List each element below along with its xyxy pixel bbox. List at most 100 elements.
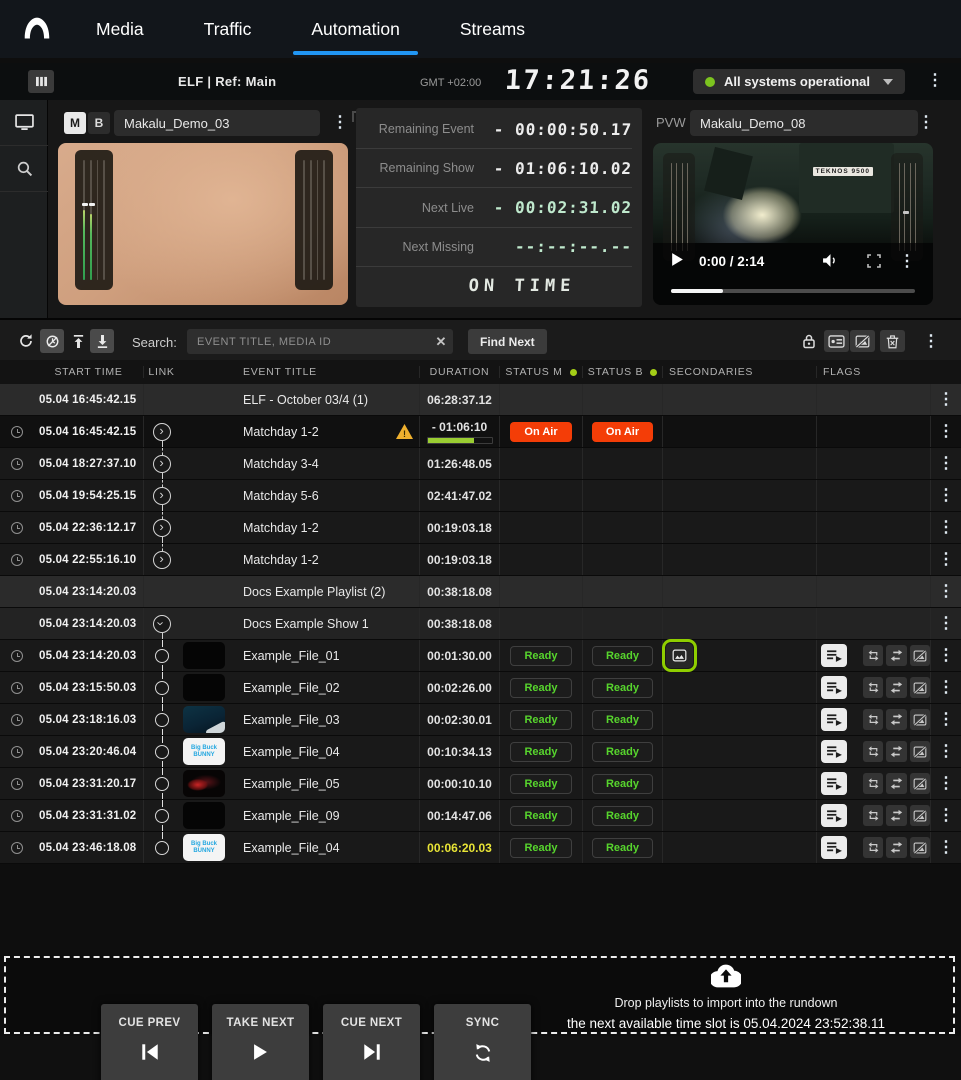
delete-icon[interactable] bbox=[880, 330, 905, 352]
row-menu[interactable]: ⋮ bbox=[938, 808, 954, 824]
table-row[interactable]: 05.04 23:31:31.02Example_File_0900:14:47… bbox=[0, 800, 961, 832]
status-badge[interactable]: On Air bbox=[510, 422, 571, 442]
status-badge[interactable]: Ready bbox=[510, 646, 571, 666]
table-row[interactable]: 05.04 19:54:25.15›Matchday 5-602:41:47.0… bbox=[0, 480, 961, 512]
status-badge[interactable]: Ready bbox=[510, 806, 571, 826]
tab-automation[interactable]: Automation bbox=[307, 0, 404, 58]
table-row[interactable]: 05.04 23:14:20.03Docs Example Playlist (… bbox=[0, 576, 961, 608]
rundown-menu[interactable]: ⋮ bbox=[923, 334, 939, 350]
status-badge[interactable]: Ready bbox=[510, 838, 571, 858]
tab-media[interactable]: Media bbox=[92, 0, 148, 58]
expand-toggle-icon[interactable]: › bbox=[153, 455, 171, 473]
row-menu[interactable]: ⋮ bbox=[938, 840, 954, 856]
repeat-icon[interactable] bbox=[863, 709, 883, 730]
playlist-play-icon[interactable] bbox=[821, 708, 847, 731]
pgm-video-preview[interactable] bbox=[58, 143, 348, 305]
playlist-play-icon[interactable] bbox=[821, 772, 847, 795]
playlist-play-icon[interactable] bbox=[821, 644, 847, 667]
play-icon[interactable] bbox=[671, 252, 684, 272]
table-row[interactable]: 05.04 23:14:20.03›Docs Example Show 100:… bbox=[0, 608, 961, 640]
table-row[interactable]: 05.04 23:20:46.04Big Buck BUNNYExample_F… bbox=[0, 736, 961, 768]
jump-bottom-icon[interactable] bbox=[90, 329, 114, 353]
collapse-toggle-icon[interactable]: › bbox=[153, 615, 171, 633]
row-menu[interactable]: ⋮ bbox=[938, 680, 954, 696]
thumbnails-off-icon[interactable] bbox=[850, 330, 875, 352]
row-menu[interactable]: ⋮ bbox=[938, 424, 954, 440]
header-menu[interactable]: ⋮ bbox=[927, 73, 943, 89]
table-row[interactable]: 05.04 16:45:42.15›Matchday 1-2!- 01:06:1… bbox=[0, 416, 961, 448]
pvw-source-input[interactable] bbox=[690, 110, 918, 136]
repeat-icon[interactable] bbox=[863, 741, 883, 762]
swap-icon[interactable] bbox=[886, 741, 906, 762]
sync-button[interactable]: SYNC bbox=[434, 1004, 531, 1080]
image-off-icon[interactable] bbox=[910, 645, 930, 666]
row-menu[interactable]: ⋮ bbox=[938, 776, 954, 792]
row-menu[interactable]: ⋮ bbox=[938, 520, 954, 536]
swap-icon[interactable] bbox=[886, 805, 906, 826]
repeat-icon[interactable] bbox=[863, 805, 883, 826]
image-off-icon[interactable] bbox=[910, 773, 930, 794]
table-row[interactable]: 05.04 23:46:18.08Big Buck BUNNYExample_F… bbox=[0, 832, 961, 864]
row-menu[interactable]: ⋮ bbox=[938, 744, 954, 760]
status-badge[interactable]: Ready bbox=[510, 742, 571, 762]
row-menu[interactable]: ⋮ bbox=[938, 456, 954, 472]
search-view-icon[interactable] bbox=[0, 146, 48, 192]
find-next-button[interactable]: Find Next bbox=[468, 329, 547, 354]
status-badge[interactable]: Ready bbox=[592, 806, 653, 826]
table-row[interactable]: 05.04 23:31:20.17Example_File_0500:00:10… bbox=[0, 768, 961, 800]
table-row[interactable]: 05.04 23:14:20.03Example_File_0100:01:30… bbox=[0, 640, 961, 672]
status-badge[interactable]: Ready bbox=[592, 646, 653, 666]
system-status-dropdown[interactable]: All systems operational bbox=[693, 69, 905, 94]
cue-next-button[interactable]: CUE NEXT bbox=[323, 1004, 420, 1080]
expand-toggle-icon[interactable]: › bbox=[153, 551, 171, 569]
swap-icon[interactable] bbox=[886, 773, 906, 794]
table-row[interactable]: 05.04 23:18:16.03Example_File_0300:02:30… bbox=[0, 704, 961, 736]
image-off-icon[interactable] bbox=[910, 837, 930, 858]
status-badge[interactable]: Ready bbox=[510, 710, 571, 730]
expand-toggle-icon[interactable]: › bbox=[153, 423, 171, 441]
tab-traffic[interactable]: Traffic bbox=[200, 0, 256, 58]
swap-icon[interactable] bbox=[886, 645, 906, 666]
lock-icon[interactable] bbox=[797, 329, 821, 353]
cue-prev-button[interactable]: CUE PREV bbox=[101, 1004, 198, 1080]
playlist-play-icon[interactable] bbox=[821, 740, 847, 763]
expand-toggle-icon[interactable]: › bbox=[153, 519, 171, 537]
image-off-icon[interactable] bbox=[910, 741, 930, 762]
expand-toggle-icon[interactable]: › bbox=[153, 487, 171, 505]
table-row[interactable]: 05.04 22:55:16.10›Matchday 1-200:19:03.1… bbox=[0, 544, 961, 576]
pgm-source-input[interactable] bbox=[114, 110, 320, 136]
image-off-icon[interactable] bbox=[910, 709, 930, 730]
status-badge[interactable]: Ready bbox=[592, 742, 653, 762]
playlist-play-icon[interactable] bbox=[821, 676, 847, 699]
image-off-icon[interactable] bbox=[910, 677, 930, 698]
jump-top-icon[interactable] bbox=[66, 329, 90, 353]
swap-icon[interactable] bbox=[886, 677, 906, 698]
row-menu[interactable]: ⋮ bbox=[938, 584, 954, 600]
row-menu[interactable]: ⋮ bbox=[938, 488, 954, 504]
repeat-icon[interactable] bbox=[863, 773, 883, 794]
repeat-icon[interactable] bbox=[863, 645, 883, 666]
status-badge[interactable]: On Air bbox=[592, 422, 653, 442]
status-badge[interactable]: Ready bbox=[592, 710, 653, 730]
status-badge[interactable]: Ready bbox=[592, 774, 653, 794]
search-input[interactable] bbox=[187, 336, 429, 348]
layout-columns-icon[interactable] bbox=[28, 70, 54, 93]
row-menu[interactable]: ⋮ bbox=[938, 392, 954, 408]
tab-streams[interactable]: Streams bbox=[456, 0, 529, 58]
volume-icon[interactable] bbox=[822, 253, 839, 273]
status-badge[interactable]: Ready bbox=[592, 838, 653, 858]
status-badge[interactable]: Ready bbox=[510, 678, 571, 698]
playlist-play-icon[interactable] bbox=[821, 804, 847, 827]
pgm-menu[interactable]: ⋮ bbox=[332, 115, 348, 131]
playlist-play-icon[interactable] bbox=[821, 836, 847, 859]
take-next-button[interactable]: TAKE NEXT bbox=[212, 1004, 309, 1080]
monitor-view-icon[interactable] bbox=[0, 100, 48, 146]
row-menu[interactable]: ⋮ bbox=[938, 648, 954, 664]
table-row[interactable]: 05.04 22:36:12.17›Matchday 1-200:19:03.1… bbox=[0, 512, 961, 544]
row-menu[interactable]: ⋮ bbox=[938, 552, 954, 568]
table-row[interactable]: 05.04 16:45:42.15ELF - October 03/4 (1)0… bbox=[0, 384, 961, 416]
repeat-icon[interactable] bbox=[863, 837, 883, 858]
table-row[interactable]: 05.04 23:15:50.03Example_File_0200:02:26… bbox=[0, 672, 961, 704]
swap-icon[interactable] bbox=[886, 709, 906, 730]
fullscreen-icon[interactable] bbox=[867, 254, 881, 273]
